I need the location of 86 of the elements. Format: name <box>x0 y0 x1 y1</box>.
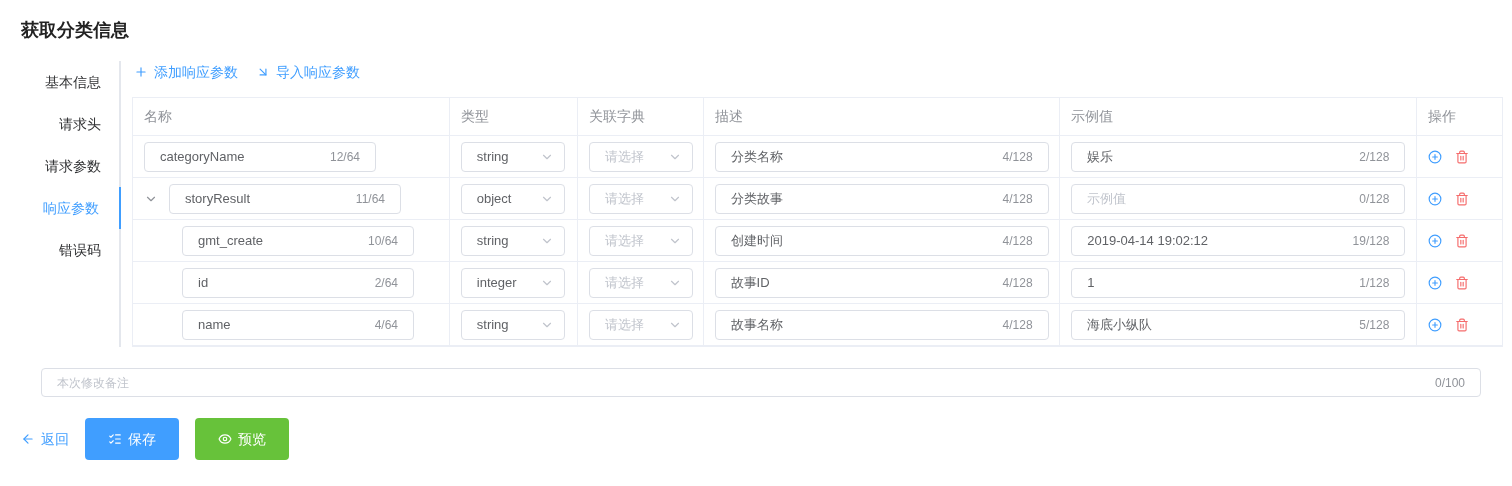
select-value: object <box>476 189 512 208</box>
field-value: 创建时间 <box>730 231 783 250</box>
select-field[interactable]: string <box>460 141 565 172</box>
character-count: 4/128 <box>1002 274 1033 292</box>
character-count: 4/128 <box>1002 316 1033 334</box>
select-placeholder: 请选择 <box>604 189 644 208</box>
input-field[interactable]: storyResult 11/64 <box>169 183 401 214</box>
character-count: 4/64 <box>374 316 398 334</box>
field-value: 故事ID <box>730 273 770 292</box>
character-count: 4/128 <box>1002 232 1033 250</box>
column-header: 操作 <box>1428 107 1457 126</box>
field-value: gmt_create <box>198 231 264 250</box>
select-value: string <box>476 147 509 166</box>
field-value: name <box>198 315 231 334</box>
plus-icon <box>134 65 148 79</box>
character-count: 0/128 <box>1359 190 1390 208</box>
input-field[interactable]: 分类名称 4/128 <box>714 141 1049 172</box>
field-value: categoryName <box>160 147 245 166</box>
field-placeholder: 示例值 <box>1087 189 1127 208</box>
field-value: 海底小纵队 <box>1087 315 1153 334</box>
column-header: 示例值 <box>1071 107 1114 126</box>
character-count: 11/64 <box>355 190 385 208</box>
select-field[interactable]: string <box>460 309 565 340</box>
delete-icon[interactable] <box>1455 191 1470 206</box>
add-row-icon[interactable] <box>1428 275 1443 290</box>
nav-tab[interactable]: 基本信息 <box>21 61 121 103</box>
nav-tab[interactable]: 请求参数 <box>21 145 121 187</box>
field-value: 故事名称 <box>730 315 783 334</box>
add-row-icon[interactable] <box>1428 149 1443 164</box>
nav-tab[interactable]: 错误码 <box>21 229 121 271</box>
input-field[interactable]: gmt_create 10/64 <box>182 225 414 256</box>
delete-icon[interactable] <box>1455 233 1470 248</box>
column-header: 关联字典 <box>588 107 645 126</box>
delete-icon[interactable] <box>1455 275 1470 290</box>
eye-icon <box>218 432 232 446</box>
character-count: 0/100 <box>1434 374 1465 392</box>
select-field[interactable]: string <box>460 225 565 256</box>
character-count: 2/128 <box>1359 148 1390 166</box>
input-field[interactable]: 故事名称 4/128 <box>714 309 1049 340</box>
select-placeholder: 请选择 <box>604 315 644 334</box>
character-count: 1/128 <box>1359 274 1390 292</box>
field-value: 2019-04-14 19:02:12 <box>1087 231 1209 250</box>
select-field[interactable]: object <box>460 183 565 214</box>
add-row-icon[interactable] <box>1428 191 1443 206</box>
select-value: string <box>476 231 509 250</box>
character-count: 4/128 <box>1002 148 1033 166</box>
input-field[interactable]: 2019-04-14 19:02:12 19/128 <box>1071 225 1406 256</box>
input-field[interactable]: id 2/64 <box>182 267 414 298</box>
field-value: 娱乐 <box>1087 147 1114 166</box>
column-header: 描述 <box>714 107 743 126</box>
delete-icon[interactable] <box>1455 149 1470 164</box>
field-value: 1 <box>1087 273 1095 292</box>
input-field[interactable]: 故事ID 4/128 <box>714 267 1049 298</box>
character-count: 4/128 <box>1002 190 1033 208</box>
select-placeholder: 请选择 <box>604 147 644 166</box>
character-count: 2/64 <box>374 274 398 292</box>
character-count: 10/64 <box>367 232 398 250</box>
select-value: integer <box>476 273 517 292</box>
input-field[interactable]: 创建时间 4/128 <box>714 225 1049 256</box>
character-count: 12/64 <box>329 148 360 166</box>
column-header: 类型 <box>460 107 489 126</box>
field-value: 分类名称 <box>730 147 783 166</box>
input-field[interactable]: 分类故事 4/128 <box>714 183 1049 214</box>
input-field[interactable]: 1 1/128 <box>1071 267 1406 298</box>
input-field[interactable]: 娱乐 2/128 <box>1071 141 1406 172</box>
character-count: 5/128 <box>1359 316 1390 334</box>
checklist-icon <box>108 432 122 446</box>
select-value: string <box>476 315 509 334</box>
arrow-left-icon <box>21 432 35 446</box>
character-count: 19/128 <box>1352 232 1390 250</box>
input-field[interactable]: categoryName 12/64 <box>144 141 376 172</box>
field-value: storyResult <box>185 189 251 208</box>
select-placeholder: 请选择 <box>604 273 644 292</box>
field-value: 分类故事 <box>730 189 783 208</box>
nav-tab[interactable]: 请求头 <box>21 103 121 145</box>
column-header: 名称 <box>144 107 172 126</box>
input-field[interactable]: name 4/64 <box>182 309 414 340</box>
delete-icon[interactable] <box>1455 317 1470 332</box>
field-placeholder: 本次修改备注 <box>57 374 129 392</box>
input-field[interactable]: 海底小纵队 5/128 <box>1071 309 1406 340</box>
field-value: id <box>198 273 209 292</box>
select-placeholder: 请选择 <box>604 231 644 250</box>
select-field[interactable]: integer <box>460 267 565 298</box>
page-title: 获取分类信息 <box>21 19 129 42</box>
add-row-icon[interactable] <box>1428 317 1443 332</box>
add-row-icon[interactable] <box>1428 233 1443 248</box>
